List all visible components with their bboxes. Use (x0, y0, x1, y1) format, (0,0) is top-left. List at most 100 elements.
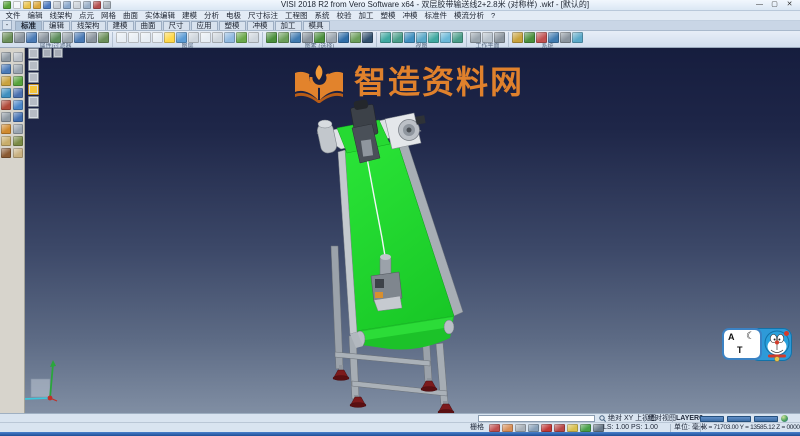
toolbar-icon[interactable] (13, 52, 23, 62)
toolbar-icon[interactable] (140, 32, 151, 43)
toolbar-icon[interactable] (38, 32, 49, 43)
toolbar-icon[interactable] (200, 32, 211, 43)
toolbar-icon[interactable] (13, 76, 23, 86)
ime-status-panel[interactable]: A ☾ T (722, 328, 762, 360)
menu-verify[interactable]: 校验 (333, 11, 355, 20)
snap-icon[interactable] (554, 424, 565, 432)
redo-icon[interactable] (93, 1, 101, 9)
viewport-3d[interactable]: 智造资料网 (25, 48, 800, 413)
toolbar-icon[interactable] (13, 136, 23, 146)
toolbar-icon[interactable] (164, 32, 175, 43)
menu-wireframe[interactable]: 线架构 (46, 11, 76, 20)
view-tool-button[interactable] (28, 96, 39, 107)
menu-solid-edit[interactable]: 实体编辑 (142, 11, 179, 20)
toolbar-icon[interactable] (116, 32, 127, 43)
menu-flow-analysis[interactable]: 模流分析 (451, 11, 488, 20)
save-icon[interactable] (43, 1, 51, 9)
toolbar-icon[interactable] (1, 88, 11, 98)
toolbar-icon[interactable] (560, 32, 571, 43)
tab-modeling[interactable]: 建模 (107, 21, 134, 30)
ime-mode-indicator[interactable]: T (737, 345, 743, 355)
menu-edit[interactable]: 编辑 (24, 11, 46, 20)
toolbar-icon[interactable] (470, 32, 481, 43)
status-chip[interactable] (727, 416, 751, 422)
toolbar-icon[interactable] (1, 76, 11, 86)
tab-application[interactable]: 应用 (191, 21, 218, 30)
refresh-icon[interactable] (580, 424, 591, 432)
toolbar-icon[interactable] (212, 32, 223, 43)
render-mode-sphere-icon[interactable] (781, 415, 788, 422)
snap-toggle[interactable]: 栅格 (470, 424, 484, 432)
toolbar-icon[interactable] (278, 32, 289, 43)
menu-mould[interactable]: 塑模 (377, 11, 399, 20)
menu-mesh[interactable]: 网格 (98, 11, 120, 20)
toolbar-icon[interactable] (266, 32, 277, 43)
menu-standard-parts[interactable]: 标准件 (421, 11, 451, 20)
view-tool-button[interactable] (53, 48, 63, 58)
toolbar-icon[interactable] (1, 52, 11, 62)
ime-english-indicator[interactable]: A (728, 332, 735, 342)
toolbar-icon[interactable] (482, 32, 493, 43)
open-file-icon[interactable] (23, 1, 31, 9)
toolbar-icon[interactable] (26, 32, 37, 43)
snap-icon[interactable] (515, 424, 526, 432)
menu-surface[interactable]: 曲面 (120, 11, 142, 20)
toolbar-icon[interactable] (452, 32, 463, 43)
tab-progress[interactable]: 冲模 (247, 21, 274, 30)
toolbar-icon[interactable] (176, 32, 187, 43)
toolbar-icon[interactable] (1, 112, 11, 122)
toolbar-icon[interactable] (62, 32, 73, 43)
snap-icon[interactable] (502, 424, 513, 432)
copy-icon[interactable] (63, 1, 71, 9)
ime-widget[interactable]: A ☾ T (722, 328, 792, 362)
toolbar-icon[interactable] (536, 32, 547, 43)
toolbar-icon[interactable] (302, 32, 313, 43)
menu-analysis[interactable]: 分析 (201, 11, 223, 20)
menu-file[interactable]: 文件 (2, 11, 24, 20)
toolbar-icon[interactable] (2, 32, 13, 43)
view-tool-button[interactable] (28, 60, 39, 71)
snap-icon[interactable] (489, 424, 500, 432)
new-file-icon[interactable] (13, 1, 21, 9)
search-icon[interactable] (599, 415, 606, 422)
toolbar-icon[interactable] (86, 32, 97, 43)
maximize-button[interactable]: ▢ (767, 0, 782, 10)
tab-wireframe[interactable]: 线架构 (71, 21, 106, 30)
view-tool-button-active[interactable] (28, 84, 39, 95)
toolbar-icon[interactable] (428, 32, 439, 43)
moon-icon[interactable]: ☾ (746, 331, 755, 342)
toolbar-icon[interactable] (1, 64, 11, 74)
menu-system[interactable]: 系统 (311, 11, 333, 20)
menu-machining[interactable]: 加工 (355, 11, 377, 20)
layer-indicator[interactable]: LAYER0 (676, 415, 703, 422)
print-icon[interactable] (53, 1, 61, 9)
toolbar-icon[interactable] (572, 32, 583, 43)
tab-mould[interactable]: 塑模 (219, 21, 246, 30)
toolbar-icon[interactable] (392, 32, 403, 43)
status-chip[interactable] (700, 416, 724, 422)
toolbar-icon[interactable] (98, 32, 109, 43)
toolbar-icon[interactable] (314, 32, 325, 43)
toolbar-icon[interactable] (236, 32, 247, 43)
tab-tooling[interactable]: 模具 (303, 21, 330, 30)
collapse-tabs-button[interactable]: - (2, 20, 12, 30)
toolbar-icon[interactable] (1, 124, 11, 134)
toolbar-icon[interactable] (290, 32, 301, 43)
toolbar-icon[interactable] (74, 32, 85, 43)
tab-edit[interactable]: 编辑 (43, 21, 70, 30)
toolbar-icon[interactable] (524, 32, 535, 43)
undo-icon[interactable] (83, 1, 91, 9)
toolbar-icon[interactable] (362, 32, 373, 43)
status-chip[interactable] (754, 416, 778, 422)
toolbar-icon[interactable] (494, 32, 505, 43)
toolbar-icon[interactable] (14, 32, 25, 43)
toolbar-icon[interactable] (416, 32, 427, 43)
view-tool-button[interactable] (28, 108, 39, 119)
view-tool-button[interactable] (42, 48, 52, 58)
status-search-input[interactable] (478, 415, 595, 422)
close-button[interactable]: ✕ (782, 0, 797, 10)
tab-standard[interactable]: 标准 (15, 21, 42, 30)
menu-electrode[interactable]: 电极 (223, 11, 245, 20)
toolbar-icon[interactable] (128, 32, 139, 43)
toolbar-icon[interactable] (248, 32, 259, 43)
